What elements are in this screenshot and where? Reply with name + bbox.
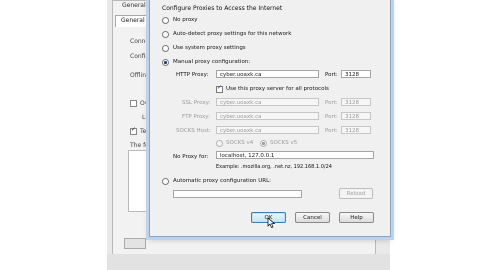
offline-sites-list[interactable]	[128, 150, 150, 212]
no-proxy-example: Example: .mozilla.org, .net.nz, 192.168.…	[216, 164, 332, 170]
no-proxy-label: No proxy	[173, 17, 198, 23]
socks-port-input[interactable]: 3128	[341, 126, 371, 134]
auto-detect-label: Auto-detect proxy settings for this netw…	[173, 31, 292, 37]
system-proxy-label: Use system proxy settings	[173, 45, 246, 51]
no-proxy-radio[interactable]	[162, 17, 169, 24]
cancel-button[interactable]: Cancel	[295, 212, 330, 223]
limit-label: Li	[142, 114, 148, 121]
manual-proxy-label: Manual proxy configuration:	[173, 59, 251, 65]
socks-v5-radio[interactable]	[260, 140, 267, 147]
tab-general[interactable]: General	[115, 15, 151, 27]
override-label: Ov	[140, 100, 149, 107]
socks-v4-label: SOCKS v4	[226, 140, 254, 146]
connection-settings-dialog: Configure Proxies to Access the Internet…	[149, 0, 391, 237]
manual-proxy-radio[interactable]	[162, 59, 169, 66]
use-all-protocols-label: Use this proxy server for all protocols	[226, 86, 329, 92]
socks-v5-label: SOCKS v5	[270, 140, 298, 146]
following-label: The fol	[130, 142, 151, 149]
auto-detect-radio[interactable]	[162, 31, 169, 38]
ftp-port-label: Port:	[325, 114, 338, 120]
no-proxy-for-input[interactable]: localhost, 127.0.0.1	[216, 151, 374, 159]
background-strip	[107, 254, 390, 270]
socks-port-label: Port:	[325, 128, 338, 134]
ssl-proxy-label: SSL Proxy:	[182, 100, 211, 106]
override-checkbox[interactable]	[130, 100, 137, 107]
socks-host-input[interactable]: cyber.uoaxk.ca	[216, 126, 319, 134]
http-port-label: Port:	[325, 72, 338, 78]
reload-button[interactable]: Reload	[339, 188, 373, 199]
http-proxy-label: HTTP Proxy:	[176, 72, 209, 78]
auto-config-url-input[interactable]	[173, 190, 302, 198]
ftp-proxy-label: FTP Proxy:	[182, 114, 211, 120]
auto-config-url-radio[interactable]	[162, 178, 169, 185]
dialog-heading: Configure Proxies to Access the Internet	[162, 5, 283, 12]
no-proxy-for-label: No Proxy for:	[173, 154, 209, 160]
connection-heading: Conne	[130, 38, 150, 45]
auto-config-url-label: Automatic proxy configuration URL:	[173, 178, 272, 184]
ssl-port-label: Port:	[325, 100, 338, 106]
ftp-proxy-input[interactable]: cyber.uoaxk.ca	[216, 112, 319, 120]
ssl-proxy-input[interactable]: cyber.uoaxk.ca	[216, 98, 319, 106]
system-proxy-radio[interactable]	[162, 45, 169, 52]
socks-host-label: SOCKS Host:	[176, 128, 211, 134]
socks-v4-radio[interactable]	[216, 140, 223, 147]
http-proxy-input[interactable]: cyber.uoaxk.ca	[216, 70, 319, 78]
ftp-port-input[interactable]: 3128	[341, 112, 371, 120]
options-top-tab[interactable]: General	[122, 2, 146, 9]
tell-me-checkbox[interactable]	[130, 126, 137, 135]
help-button[interactable]: Help	[339, 212, 374, 223]
offline-heading: Offline	[130, 72, 150, 79]
http-port-input[interactable]: 3128	[341, 70, 371, 78]
use-all-protocols-checkbox[interactable]	[216, 84, 223, 93]
tell-me-label: Te	[140, 128, 147, 135]
background-button[interactable]	[124, 238, 146, 249]
ssl-port-input[interactable]: 3128	[341, 98, 371, 106]
mouse-pointer-icon	[267, 218, 275, 228]
